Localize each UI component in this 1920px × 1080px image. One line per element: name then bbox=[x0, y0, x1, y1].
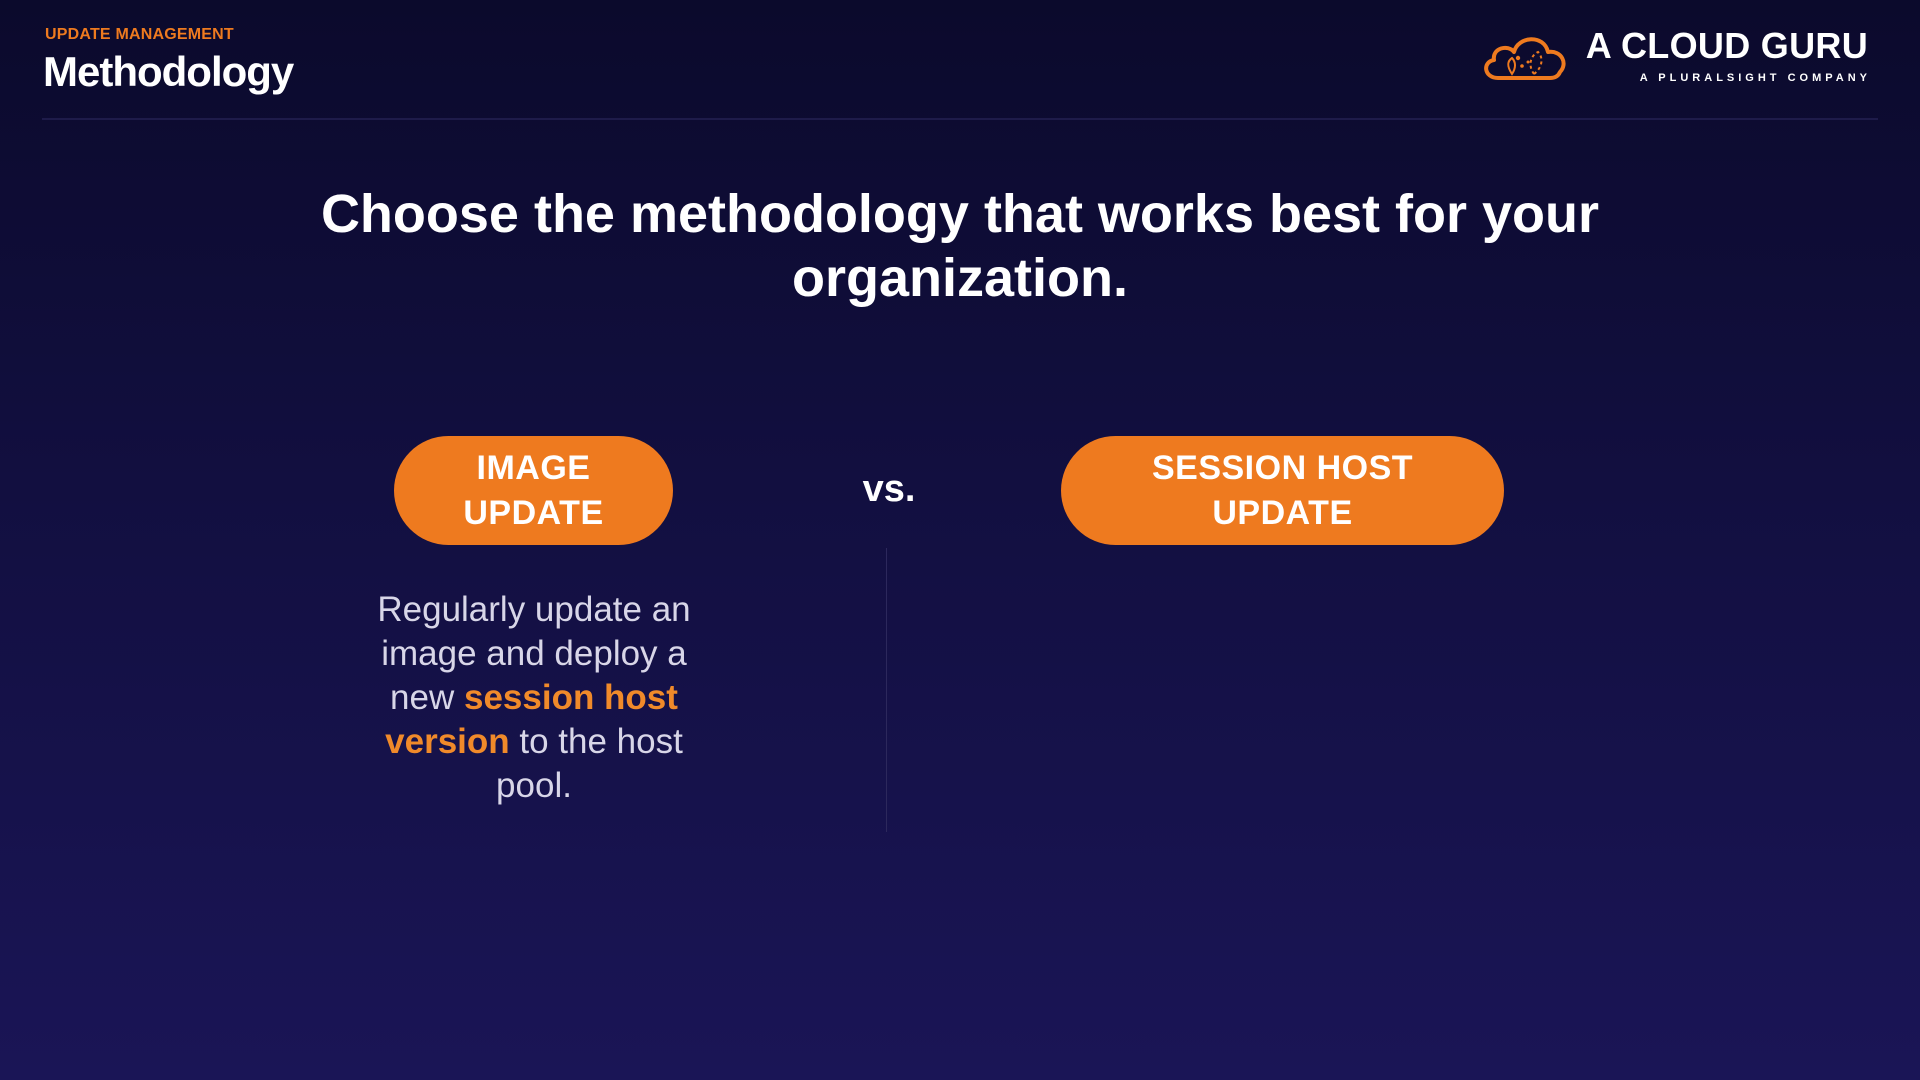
vertical-divider bbox=[886, 548, 887, 832]
cloud-icon bbox=[1484, 37, 1566, 80]
session-host-update-label-line-2: UPDATE bbox=[1212, 493, 1353, 532]
brand-logo: A CLOUD GURU A PLURALSIGHT COMPANY bbox=[1478, 28, 1868, 84]
session-host-update-pill: SESSION HOST UPDATE bbox=[1061, 436, 1504, 545]
header-divider bbox=[42, 118, 1878, 120]
headline-line-2: organization. bbox=[792, 248, 1128, 308]
page-title: Methodology bbox=[43, 48, 294, 95]
image-update-label-line-2: UPDATE bbox=[463, 493, 604, 532]
description-text-part-2: to the host pool. bbox=[496, 722, 683, 805]
vs-label: vs. bbox=[862, 468, 916, 510]
logo-subtitle: A PLURALSIGHT COMPANY bbox=[1639, 72, 1871, 84]
section-label: UPDATE MANAGEMENT bbox=[45, 26, 234, 43]
slide-headline: Choose the methodology that works best f… bbox=[260, 182, 1660, 310]
headline-line-1: Choose the methodology that works best f… bbox=[320, 184, 1600, 244]
session-host-update-label-line-1: SESSION HOST bbox=[1151, 448, 1414, 487]
logo-name: A CLOUD GURU bbox=[1585, 25, 1868, 66]
image-update-label-line-1: IMAGE bbox=[476, 448, 591, 487]
image-update-description: Regularly update an image and deploy a n… bbox=[354, 588, 714, 808]
image-update-pill: IMAGE UPDATE bbox=[394, 436, 673, 545]
